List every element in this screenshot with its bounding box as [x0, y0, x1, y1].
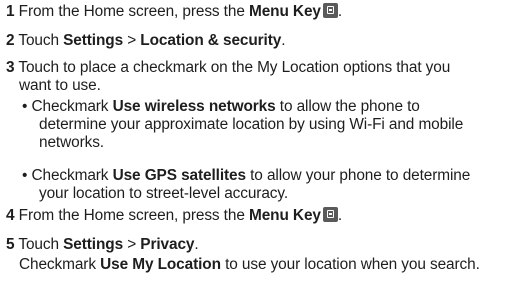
bullet-wireless: • Checkmark Use wireless networks to all… [22, 98, 420, 115]
instructions-document: 1 From the Home screen, press the Menu K… [0, 0, 520, 281]
step-1: 1 From the Home screen, press the Menu K… [6, 3, 343, 20]
menu-key-icon [322, 207, 338, 222]
bullet-gps: • Checkmark Use GPS satellites to allow … [22, 167, 471, 184]
settings-label: Settings [63, 236, 124, 253]
use-my-location-label: Use My Location [100, 256, 221, 273]
menu-key-label: Menu Key [248, 207, 321, 224]
bullet-wireless-line2: determine your approximate location by u… [39, 116, 464, 133]
menu-key-icon [322, 3, 338, 18]
bullet-gps-line2: your location to street-level accuracy. [39, 185, 289, 202]
use-wireless-networks-label: Use wireless networks [112, 98, 276, 115]
location-security-label: Location & security [140, 32, 282, 49]
use-gps-satellites-label: Use GPS satellites [112, 167, 246, 184]
step-3-continued: want to use. [19, 77, 101, 94]
step-text: From the Home screen, press the [14, 207, 249, 224]
bullet-wireless-line3: networks. [39, 134, 104, 151]
step-text: Touch to place a checkmark on the My Loc… [14, 59, 451, 76]
step-3: 3 Touch to place a checkmark on the My L… [6, 59, 450, 77]
step-5-continued: Checkmark Use My Location to use your lo… [19, 256, 480, 273]
privacy-label: Privacy [140, 236, 195, 253]
settings-label: Settings [63, 32, 124, 49]
menu-key-label: Menu Key [248, 3, 321, 20]
step-text: From the Home screen, press the [14, 3, 249, 20]
step-2: 2 Touch Settings > Location & security. [6, 32, 286, 49]
step-5: 5 Touch Settings > Privacy. [6, 236, 199, 253]
step-4: 4 From the Home screen, press the Menu K… [6, 207, 343, 224]
